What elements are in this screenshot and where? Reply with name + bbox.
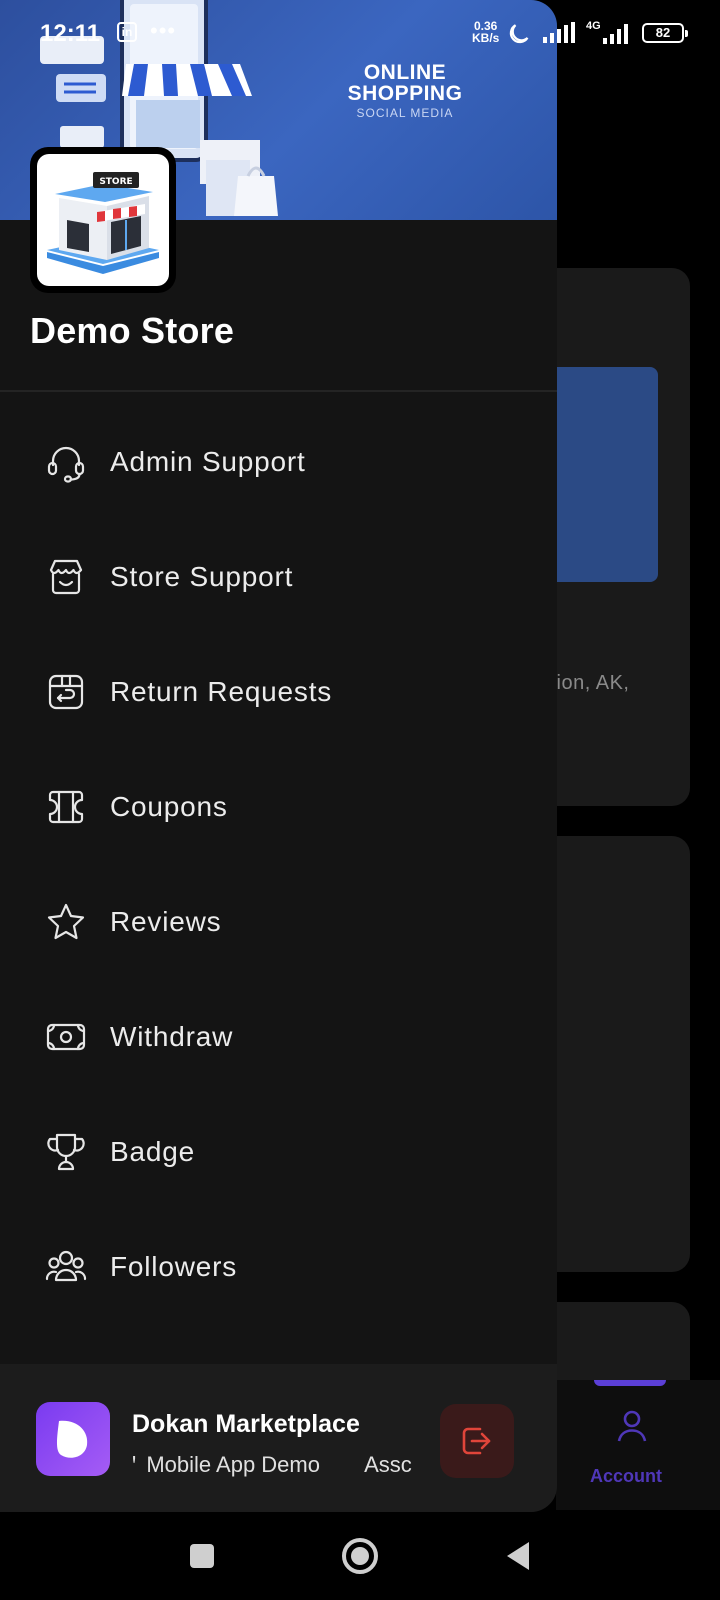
banner-headline: ONLINE SHOPPING — [347, 61, 463, 105]
menu-item-reviews[interactable]: Reviews — [0, 872, 557, 972]
status-time: 12:11 — [40, 20, 101, 47]
banner-subline: SOCIAL MEDIA — [356, 106, 454, 120]
menu-label: Store Support — [110, 561, 294, 592]
trophy-icon — [44, 1130, 88, 1174]
app-subtitle-cut: Assc — [364, 1452, 412, 1477]
menu-label: Reviews — [110, 906, 222, 937]
menu-label: Badge — [110, 1136, 195, 1167]
logout-icon — [462, 1427, 491, 1455]
signal-4g-icon: 4G — [586, 20, 632, 46]
back-icon — [507, 1542, 529, 1570]
menu-item-admin-support[interactable]: Admin Support — [0, 412, 557, 512]
menu-item-store-support[interactable]: Store Support — [0, 527, 557, 627]
more-notifications-icon: ••• — [150, 18, 177, 43]
home-icon — [342, 1538, 378, 1574]
signal-icon — [543, 22, 575, 43]
nav-active-indicator — [594, 1380, 666, 1386]
menu-item-badge[interactable]: Badge — [0, 1102, 557, 1202]
account-icon[interactable] — [614, 1408, 650, 1444]
home-button[interactable] — [336, 1532, 384, 1580]
dokan-logo-icon — [36, 1402, 110, 1476]
store-support-icon — [44, 555, 88, 599]
app-name: Dokan Marketplace — [132, 1410, 360, 1438]
followers-icon — [44, 1245, 88, 1289]
app-subtitle: Mobile App Demo — [146, 1452, 320, 1477]
status-bar: 12:11 in ••• 0.36 KB/s 4G 82 — [0, 0, 720, 66]
menu-label: Return Requests — [110, 676, 333, 707]
menu-label: Withdraw — [110, 1021, 234, 1052]
back-button[interactable] — [494, 1532, 542, 1580]
svg-text:STORE: STORE — [99, 177, 132, 187]
menu-item-withdraw[interactable]: Withdraw — [0, 987, 557, 1087]
menu-item-followers[interactable]: Followers — [0, 1217, 557, 1317]
moon-icon — [509, 24, 529, 44]
menu-item-coupons[interactable]: Coupons — [0, 757, 557, 857]
system-navigation-bar — [0, 1512, 720, 1600]
recents-icon — [190, 1544, 214, 1568]
battery-icon: 82 — [642, 23, 688, 43]
menu-label: Coupons — [110, 791, 228, 822]
drawer-divider — [0, 390, 557, 392]
return-icon — [44, 670, 88, 714]
linkedin-icon: in — [117, 22, 137, 42]
recents-button[interactable] — [178, 1532, 226, 1580]
store-logo[interactable]: STORE — [30, 147, 176, 293]
store-icon: STORE — [47, 172, 159, 274]
menu-label: Admin Support — [110, 446, 306, 477]
bottom-nav: Account — [556, 1380, 720, 1510]
headset-icon — [44, 440, 88, 484]
navigation-drawer: ONLINE SHOPPING SOCIAL MEDIA STORE Demo … — [0, 0, 557, 1512]
store-name: Demo Store — [30, 310, 235, 351]
coupon-icon — [44, 785, 88, 829]
app-info-footer: Dokan Marketplace ꞌ Mobile App Demo Assc — [0, 1364, 557, 1512]
star-icon — [44, 900, 88, 944]
money-icon — [44, 1015, 88, 1059]
menu-label: Followers — [110, 1251, 238, 1282]
nav-account-label[interactable]: Account — [590, 1466, 662, 1487]
app-subtitle-marquee: ꞌ Mobile App Demo Assc — [132, 1452, 412, 1478]
menu-item-return-requests[interactable]: Return Requests — [0, 642, 557, 742]
app-subtitle-prefix: ꞌ — [132, 1452, 137, 1477]
network-speed: 0.36 KB/s — [472, 19, 500, 45]
logout-button[interactable] — [440, 1404, 514, 1478]
